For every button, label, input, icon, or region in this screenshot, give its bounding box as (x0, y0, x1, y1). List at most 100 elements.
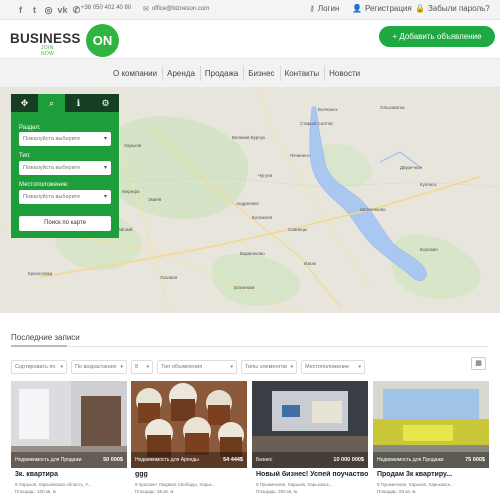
phone-text: +38 050 402 40 80 (81, 5, 132, 11)
map-place-label: Ольховатка (380, 105, 405, 110)
element-type-select[interactable]: Типы элементов ▾ (241, 360, 297, 374)
nav-item-about[interactable]: О компании (108, 59, 162, 88)
map-place-label: Близнюки (234, 285, 255, 290)
per-page-select[interactable]: 8 ▾ (131, 360, 153, 374)
listing-type-value: Тип объявления (161, 364, 203, 370)
search-icon[interactable]: ⌕ (38, 94, 65, 112)
sort-by-value: Сортировать по (15, 364, 56, 370)
map-place-label: Купянск (420, 182, 437, 187)
location-select[interactable]: Пожалуйста выберите ▾ (19, 190, 111, 204)
map-place-label: Андреевка (236, 201, 259, 206)
listing-card[interactable]: Бизнес 10 000 000$ Новый бизнес! Успей п… (252, 381, 368, 500)
logo-text: BUSINESS (10, 31, 81, 46)
forgot-password-link[interactable]: 🔒 Забыли пароль? (415, 4, 490, 13)
listing-photo[interactable] (11, 381, 127, 468)
nav-item-rent[interactable]: Аренда (162, 59, 200, 88)
listing-card[interactable]: Недвижимость для Продажи 75 000$ Продам … (373, 381, 489, 500)
region-label: Раздел: (19, 125, 41, 131)
listing-address: 9 Харьков, Харьковская область, У... (15, 482, 92, 487)
listing-title[interactable]: ggg (135, 471, 247, 478)
listing-card[interactable]: Недвижимость для Аренды 54 444$ ggg 9 пр… (131, 381, 247, 500)
chevron-down-icon: ▾ (290, 364, 293, 370)
map-place-label: Двуречная (400, 165, 423, 170)
register-link[interactable]: 👤 Регистрация (352, 4, 412, 13)
share-icon[interactable]: ⚙ (92, 94, 119, 112)
mail-icon: ✉ (143, 6, 149, 13)
info-icon[interactable]: ℹ (65, 94, 92, 112)
nav-item-sale[interactable]: Продажа (199, 59, 243, 88)
map-place-label: Мерефа (122, 189, 140, 194)
listing-address: 9 Пушкинская, Харьков, Харьковск... (377, 482, 454, 487)
listing-card[interactable]: Недвижимость для Продажи 50 000$ 3к. ква… (11, 381, 127, 500)
listing-title[interactable]: 3к. квартира (15, 471, 127, 478)
main-nav: О компании Аренда Продажа Бизнес Контакт… (0, 58, 500, 87)
location-select-value: Пожалуйста выберите (23, 194, 81, 200)
email-contact[interactable]: ✉ office@bizneson.com (143, 5, 209, 13)
map-place-label: Харьков (124, 143, 142, 148)
listing-title[interactable]: Новый бизнес! Успей поучаствоват... (256, 471, 368, 478)
element-type-value: Типы элементов (245, 364, 287, 370)
facebook-icon[interactable]: f (14, 4, 27, 16)
site-header: BUSINESS JOIN NOW ON + Добавить объявлен… (0, 20, 500, 58)
region-select[interactable]: Пожалуйста выберите ▾ (19, 132, 111, 146)
listing-photo[interactable] (131, 381, 247, 468)
map-place-label: Красноград (28, 271, 53, 276)
map-place-label: Волчанск (318, 107, 338, 112)
chevron-down-icon: ▾ (230, 364, 233, 370)
listing-price: 50 000$ (103, 457, 123, 463)
location-filter-select[interactable]: Местоположение ▾ (301, 360, 365, 374)
chevron-down-icon: ▾ (103, 194, 107, 200)
listing-category: Недвижимость для Аренды (135, 457, 199, 463)
listing-category: Недвижимость для Продажи (377, 457, 444, 463)
chevron-down-icon: ▾ (146, 364, 149, 370)
sort-order-select[interactable]: По возрастанию ▾ (71, 360, 127, 374)
map-search-button[interactable]: Поиск по карте (19, 216, 111, 231)
map-place-label: Савинцы (288, 227, 308, 232)
register-label[interactable]: Регистрация (365, 4, 412, 13)
location-filter-value: Местоположение (305, 364, 350, 370)
location-label: Местоположение: (19, 182, 69, 188)
region-select-value: Пожалуйста выберите (23, 136, 81, 142)
logo-badge: ON (86, 24, 119, 57)
section-divider (11, 346, 489, 347)
listing-address: 9 Пушкинская, Харьков, Харьковск... (256, 482, 333, 487)
per-page-value: 8 (135, 364, 139, 370)
key-icon: ⚷ (309, 4, 315, 13)
vk-icon[interactable]: vk (56, 4, 69, 16)
listing-category: Недвижимость для Продажи (15, 457, 82, 463)
nav-item-news[interactable]: Новости (324, 59, 365, 88)
login-label[interactable]: Логин (318, 4, 340, 13)
twitter-icon[interactable]: t (28, 4, 41, 16)
logo-tagline: JOIN NOW (41, 45, 55, 57)
nav-item-contacts[interactable]: Контакты (279, 59, 325, 88)
listing-price: 75 000$ (465, 457, 485, 463)
instagram-icon[interactable]: ◎ (42, 4, 55, 16)
listing-type-select[interactable]: Тип объявления ▾ (157, 360, 237, 374)
chevron-down-icon: ▾ (120, 364, 123, 370)
map-toolbar: ✥ ⌕ ℹ ⚙ (11, 94, 119, 112)
login-link[interactable]: ⚷ Логин (309, 4, 339, 13)
listing-price: 10 000 000$ (333, 457, 364, 463)
section-divider-accent (11, 345, 67, 347)
type-select[interactable]: Пожалуйста выберите ▾ (19, 161, 111, 175)
social-links: f t ◎ vk ✆ (14, 4, 84, 16)
listing-area: Площадь: 100 кв. м. (15, 489, 58, 494)
email-text[interactable]: office@bizneson.com (152, 6, 209, 12)
move-icon[interactable]: ✥ (11, 94, 38, 112)
type-select-value: Пожалуйста выберите (23, 165, 81, 171)
chevron-down-icon: ▾ (103, 136, 107, 142)
map-place-label: Боровая (420, 247, 438, 252)
map-place-label: Печенеги (290, 153, 310, 158)
listing-area: Площадь: 200 кв. м. (256, 489, 299, 494)
map-place-label: Изюм (304, 261, 316, 266)
chevron-down-icon: ▾ (60, 364, 63, 370)
listing-photo[interactable] (373, 381, 489, 468)
grid-view-icon[interactable]: ▦ (471, 357, 486, 370)
chevron-down-icon: ▾ (358, 364, 361, 370)
add-listing-button[interactable]: + Добавить объявление (379, 26, 495, 47)
listing-title[interactable]: Продам 3к квартиру... (377, 471, 489, 478)
forgot-label[interactable]: Забыли пароль? (428, 4, 490, 13)
listing-photo[interactable] (252, 381, 368, 468)
nav-item-business[interactable]: Бизнес (243, 59, 279, 88)
sort-by-select[interactable]: Сортировать по ▾ (11, 360, 67, 374)
